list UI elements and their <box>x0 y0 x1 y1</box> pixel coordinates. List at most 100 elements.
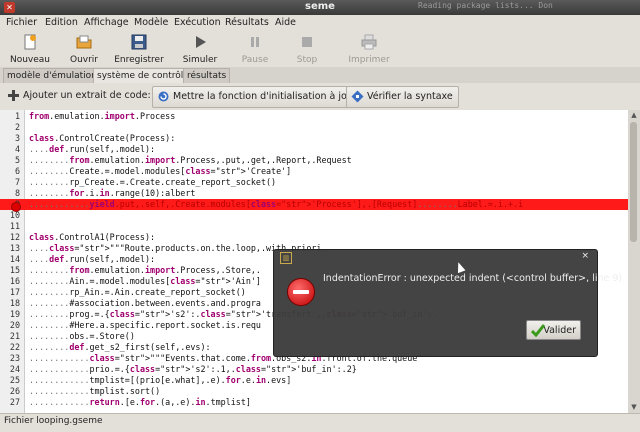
line-number: 5 <box>14 155 20 165</box>
scroll-up-icon[interactable]: ▲ <box>630 111 638 119</box>
tab-control-system[interactable]: système de contrôle <box>93 68 193 83</box>
line-code: from.emulation.import.Process <box>29 111 176 121</box>
error-message: IndentationError : unexpected indent (<c… <box>323 273 623 284</box>
code-line[interactable]: 24 ............prio.=.{class="str">'s2':.… <box>0 364 628 375</box>
menu-resultats[interactable]: Résultats <box>225 17 269 28</box>
line-number: 8 <box>14 188 20 198</box>
stop-button[interactable]: Stop <box>292 33 322 65</box>
code-line-error[interactable]: 9............yield.put,.self,.Create.mod… <box>0 199 628 210</box>
line-code: ............prio.=.{class="str">'s2':.1,… <box>29 364 357 374</box>
line-number: 1 <box>14 111 20 121</box>
code-line[interactable]: 5 ........from.emulation.import.Process,.… <box>0 155 628 166</box>
code-line[interactable]: 25 ............tmplist=[(prio[e.what],.e)… <box>0 375 628 386</box>
line-number: 24 <box>9 364 20 374</box>
pause-label: Pause <box>241 55 269 65</box>
line-number: 4 <box>14 144 20 154</box>
line-code: class.ControlA1(Process): <box>29 232 156 242</box>
menu-edition[interactable]: Edition <box>45 17 78 28</box>
code-line[interactable]: 11 <box>0 221 628 232</box>
line-number: 26 <box>9 386 20 396</box>
simulate-button[interactable]: Simuler <box>180 33 220 65</box>
check-syntax-button[interactable]: Vérifier la syntaxe <box>346 86 459 108</box>
line-code: ........#Here.a.specific.report.socket.i… <box>29 320 261 330</box>
code-line[interactable]: 2 <box>0 122 628 133</box>
save-label: Enregistrer <box>114 55 164 65</box>
line-code: ........Create.=.model.modules[class="st… <box>29 166 292 176</box>
line-code: class.ControlCreate(Process): <box>29 133 176 143</box>
pause-button[interactable]: Pause <box>238 33 272 65</box>
line-code: ............tmplist.sort() <box>29 386 161 396</box>
line-number: 12 <box>9 232 20 242</box>
scrollbar-thumb[interactable] <box>630 122 637 242</box>
line-code: ............tmplist=[(prio[e.what],.e).f… <box>29 375 292 385</box>
line-code: ........from.emulation.import.Process,.S… <box>29 265 261 275</box>
tab-emulation-model[interactable]: modèle d'émulation <box>3 68 101 83</box>
action-bar: Ajouter un extrait de code: Mettre la fo… <box>0 83 640 111</box>
open-button[interactable]: Ouvrir <box>64 33 104 65</box>
plus-icon <box>8 90 19 101</box>
tab-results[interactable]: résultats <box>183 68 231 83</box>
line-number: 21 <box>9 331 20 341</box>
error-marker-icon <box>11 202 21 212</box>
tab-bar: modèle d'émulation système de contrôle r… <box>0 67 640 83</box>
pause-icon <box>251 37 259 47</box>
status-bar: Fichier looping.gseme <box>0 413 640 432</box>
code-line[interactable]: 4 ....def.run(self,.model): <box>0 144 628 155</box>
menu-execution[interactable]: Exécution <box>174 17 221 28</box>
line-number: 7 <box>14 177 20 187</box>
line-code: ....def.run(self,.model): <box>29 254 156 264</box>
valider-button[interactable]: Valider <box>526 320 581 340</box>
valider-label: Valider <box>543 325 576 336</box>
background-window-text: Reading package lists... Don <box>418 1 553 10</box>
status-text: Fichier looping.gseme <box>4 416 103 426</box>
play-icon <box>196 36 206 48</box>
code-line[interactable]: 10 <box>0 210 628 221</box>
code-line[interactable]: 3 class.ControlCreate(Process): <box>0 133 628 144</box>
new-button[interactable]: Nouveau <box>8 33 52 65</box>
stop-label: Stop <box>296 55 318 65</box>
line-number: 2 <box>14 122 20 132</box>
editor-scrollbar[interactable]: ▲ ▼ <box>628 110 640 413</box>
line-code: ............return.[e.for.(a,.e).in.tmpl… <box>29 397 251 407</box>
line-number: 17 <box>9 287 20 297</box>
line-number: 18 <box>9 298 20 308</box>
line-code: ........rp_Ain.=.Ain.create_report_socke… <box>29 287 246 297</box>
line-number: 11 <box>9 221 20 231</box>
code-line[interactable]: 27 ............return.[e.for.(a,.e).in.tm… <box>0 397 628 408</box>
menu-modele[interactable]: Modèle <box>134 17 168 28</box>
code-line[interactable]: 1 from.emulation.import.Process <box>0 111 628 122</box>
new-label: Nouveau <box>9 55 51 65</box>
error-dialog: ▥ × IndentationError : unexpected indent… <box>273 249 622 357</box>
line-code: ........from.emulation.import.Process,.p… <box>29 155 352 165</box>
line-code: ........rp_Create.=.Create.create_report… <box>29 177 277 187</box>
line-code: ........for.i.in.range(10):albert <box>29 188 196 198</box>
menu-aide[interactable]: Aide <box>275 17 296 28</box>
stop-icon <box>302 37 312 47</box>
code-line[interactable]: 7 ........rp_Create.=.Create.create_repor… <box>0 177 628 188</box>
diamond-check-icon <box>351 90 364 103</box>
code-line[interactable]: 12 class.ControlA1(Process): <box>0 232 628 243</box>
line-number: 16 <box>9 276 20 286</box>
line-number: 15 <box>9 265 20 275</box>
line-code: ........def.get_s2_first(self,.evs): <box>29 342 211 352</box>
line-number: 25 <box>9 375 20 385</box>
open-folder-icon <box>76 35 92 49</box>
add-snippet-button[interactable]: Ajouter un extrait de code: <box>3 86 156 106</box>
update-init-button[interactable]: Mettre la fonction d'initialisation à jo… <box>152 86 363 108</box>
menu-affichage[interactable]: Affichage <box>84 17 129 28</box>
scroll-down-icon[interactable]: ▼ <box>630 403 638 411</box>
open-label: Ouvrir <box>69 55 98 65</box>
close-icon[interactable]: × <box>581 251 589 261</box>
dialog-app-icon: ▥ <box>280 252 292 264</box>
code-line[interactable]: 26 ............tmplist.sort() <box>0 386 628 397</box>
print-button[interactable]: Imprimer <box>344 33 394 65</box>
title-bar: ✕ seme Reading package lists... Don <box>0 0 640 15</box>
save-button[interactable]: Enregistrer <box>112 33 166 65</box>
code-line[interactable]: 8 ........for.i.in.range(10):albert <box>0 188 628 199</box>
print-icon <box>361 34 377 50</box>
code-line[interactable]: 6 ........Create.=.model.modules[class="s… <box>0 166 628 177</box>
error-icon <box>287 278 315 306</box>
menu-fichier[interactable]: Fichier <box>6 17 37 28</box>
add-snippet-label: Ajouter un extrait de code: <box>23 90 151 101</box>
line-code: ........obs.=.Store() <box>29 331 135 341</box>
